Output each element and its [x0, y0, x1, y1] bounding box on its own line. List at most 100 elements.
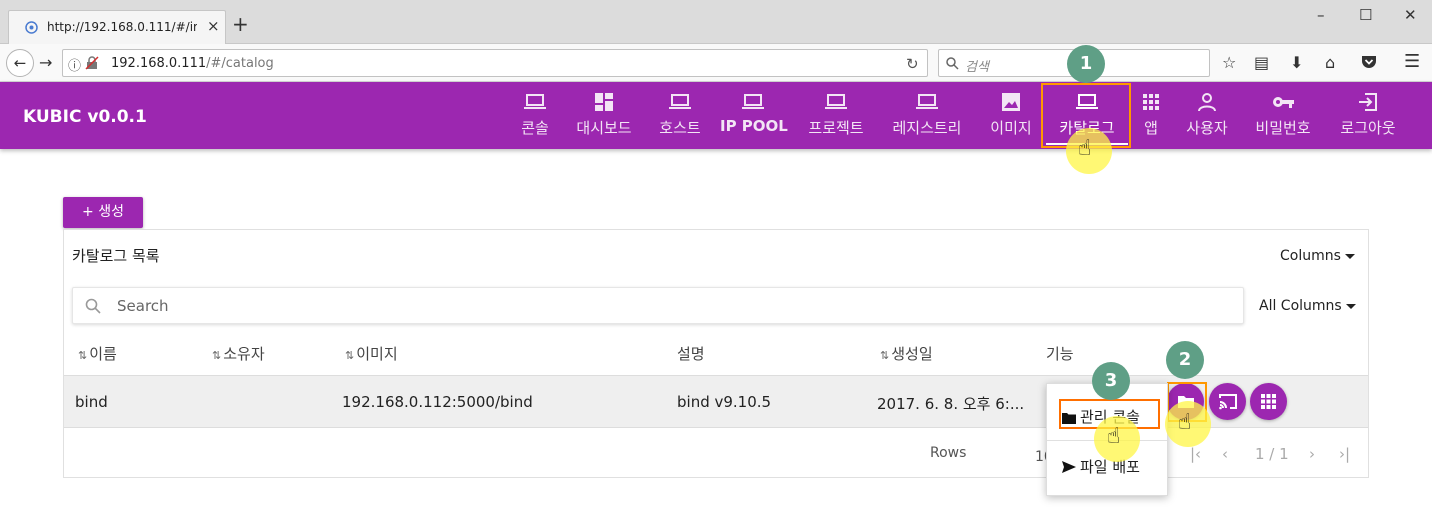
caret-down-icon: [1344, 253, 1355, 259]
header-image[interactable]: ⇅ 이미지: [345, 343, 398, 364]
window-close-icon[interactable]: ✕: [1404, 6, 1417, 24]
search-icon: [85, 298, 101, 314]
url-text: 192.168.0.111/#/catalog: [111, 56, 274, 71]
home-icon[interactable]: ⌂: [1325, 53, 1335, 72]
reload-icon[interactable]: ↻: [906, 55, 919, 73]
sort-icon: ⇅: [345, 349, 355, 362]
bookmark-star-icon[interactable]: ☆: [1222, 53, 1236, 72]
laptop-icon: [742, 94, 764, 109]
hand-cursor-icon: ☝: [1078, 136, 1092, 161]
nav-label: 프로젝트: [808, 119, 864, 137]
first-page-icon[interactable]: |‹: [1190, 445, 1201, 463]
apps-icon: [1143, 94, 1159, 110]
image-icon: [1002, 93, 1020, 111]
nav-item-logout[interactable]: 로그아웃: [1332, 82, 1404, 149]
forward-button[interactable]: →: [39, 53, 52, 72]
card-title: 카탈로그 목록: [72, 247, 160, 265]
apps-action-button[interactable]: [1250, 383, 1287, 420]
nav-item-dashboard[interactable]: 대시보드: [568, 82, 640, 149]
app-brand[interactable]: KUBIC v0.0.1: [23, 107, 147, 127]
cast-action-button[interactable]: [1209, 383, 1246, 420]
nav-item-users[interactable]: 사용자: [1178, 82, 1236, 149]
header-name[interactable]: ⇅ 이름: [78, 343, 117, 364]
header-owner[interactable]: ⇅ 소유자: [212, 343, 265, 364]
page-info: 1 / 1: [1255, 445, 1289, 463]
nav-label: 앱: [1144, 119, 1158, 137]
nav-item-registry[interactable]: 레지스트리: [884, 82, 970, 149]
dashboard-icon: [595, 93, 613, 111]
browser-tab[interactable]: http://192.168.0.111/#/imag ×: [8, 10, 226, 44]
nav-label: 호스트: [659, 119, 701, 137]
cell-image: 192.168.0.112:5000/bind: [342, 393, 533, 411]
nav-label: 사용자: [1186, 119, 1228, 137]
header-description: 설명: [677, 345, 705, 363]
apps-icon: [1261, 394, 1276, 409]
next-page-icon[interactable]: ›: [1309, 445, 1315, 463]
step-callout-2: 2: [1166, 341, 1204, 379]
laptop-icon: [916, 94, 938, 109]
new-tab-button[interactable]: +: [232, 14, 249, 34]
columns-menu[interactable]: Columns: [1280, 248, 1355, 264]
download-icon[interactable]: ⬇: [1290, 53, 1303, 72]
menu-item-file-deploy[interactable]: 파일 배포: [1062, 456, 1140, 477]
sort-icon: ⇅: [78, 349, 88, 362]
browser-search-placeholder: 검색: [965, 60, 989, 75]
nav-item-ip-pool[interactable]: IP POOL: [720, 82, 788, 149]
all-columns-menu[interactable]: All Columns: [1259, 298, 1356, 314]
nav-item-console[interactable]: 콘솔: [514, 82, 556, 149]
pocket-icon[interactable]: [1361, 55, 1377, 69]
minimize-icon[interactable]: –: [1317, 6, 1325, 24]
step-callout-3: 3: [1092, 362, 1130, 400]
step-callout-1: 1: [1067, 45, 1105, 83]
nav-label: 대시보드: [576, 119, 632, 137]
cell-description: bind v9.10.5: [677, 393, 772, 411]
reading-list-icon[interactable]: ▤: [1254, 53, 1269, 72]
create-button[interactable]: + 생성: [63, 197, 143, 228]
info-icon[interactable]: ⓘ: [68, 55, 81, 74]
laptop-icon: [524, 94, 546, 109]
table-search-input[interactable]: Search: [72, 287, 1244, 324]
laptop-icon: [825, 94, 847, 109]
hand-cursor-icon: ☝: [1178, 410, 1192, 435]
browser-nav-bar: ← → ⓘ 192.168.0.111/#/catalog ↻ 검색 ☆ ▤ ⬇…: [0, 44, 1432, 82]
app-header: KUBIC v0.0.1 콘솔 대시보드 호스트 IP POOL 프로젝트 레지…: [0, 82, 1432, 149]
globe-icon: [25, 21, 38, 34]
folder-icon: [1062, 413, 1076, 424]
nav-item-password[interactable]: 비밀번호: [1247, 82, 1319, 149]
search-placeholder: Search: [117, 297, 169, 315]
cell-created: 2017. 6. 8. 오후 6:...: [877, 395, 1025, 413]
nav-label: IP POOL: [720, 117, 788, 135]
close-icon[interactable]: ×: [207, 17, 220, 35]
key-icon: [1273, 97, 1294, 108]
sort-icon: ⇅: [880, 349, 890, 362]
back-button[interactable]: ←: [6, 49, 34, 77]
maximize-icon[interactable]: ☐: [1359, 6, 1372, 24]
menu-icon[interactable]: ☰: [1404, 51, 1420, 72]
logout-icon: [1359, 93, 1377, 111]
nav-item-images[interactable]: 이미지: [982, 82, 1040, 149]
browser-tab-bar: http://192.168.0.111/#/imag × + – ☐ ✕: [0, 0, 1432, 44]
sort-icon: ⇅: [212, 349, 222, 362]
url-bar[interactable]: ⓘ 192.168.0.111/#/catalog ↻: [62, 49, 928, 77]
header-actions: 기능: [1046, 345, 1074, 363]
tab-title: http://192.168.0.111/#/imag: [47, 20, 197, 34]
laptop-icon: [669, 94, 691, 109]
cell-name: bind: [75, 393, 108, 411]
nav-item-apps[interactable]: 앱: [1136, 82, 1166, 149]
send-icon: [1062, 461, 1076, 473]
nav-label: 로그아웃: [1340, 119, 1396, 137]
cast-icon: [1219, 394, 1237, 410]
nav-item-projects[interactable]: 프로젝트: [800, 82, 872, 149]
nav-item-hosts[interactable]: 호스트: [652, 82, 708, 149]
nav-label: 이미지: [990, 119, 1032, 137]
rows-label: Rows: [930, 445, 967, 461]
search-icon: [946, 57, 959, 70]
hand-cursor-icon: ☝: [1107, 424, 1121, 449]
nav-label: 레지스트리: [892, 119, 962, 137]
person-icon: [1198, 93, 1216, 112]
prev-page-icon[interactable]: ‹: [1222, 445, 1228, 463]
header-created[interactable]: ⇅ 생성일: [880, 343, 933, 364]
caret-down-icon: [1345, 303, 1356, 309]
last-page-icon[interactable]: ›|: [1339, 445, 1350, 463]
insecure-lock-icon: [85, 56, 99, 70]
